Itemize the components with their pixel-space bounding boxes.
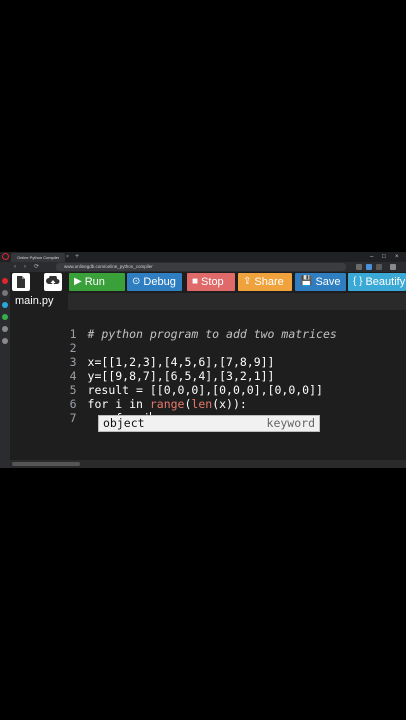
share-button[interactable]: ⇪ Share [238, 273, 292, 291]
app-toolbar: ▶ Run ⊙ Debug ■ Stop ⇪ Share 💾 Save { } … [10, 272, 406, 292]
browser-tab[interactable]: Online Python Compiler [11, 253, 65, 262]
address-bar-row: ‹ › ⟳ www.onlinegdb.com/online_python_co… [0, 262, 406, 272]
tab-main-py[interactable]: main.py [10, 293, 68, 310]
close-window-icon[interactable]: × [395, 252, 399, 262]
code-line: 2 [10, 327, 88, 355]
play-icon: ▶ [74, 276, 82, 287]
minimize-icon[interactable]: – [370, 252, 373, 262]
code-line: 5 result = [[0,0,0],[0,0,0],[0,0,0]] [10, 369, 323, 397]
url-input[interactable]: www.onlinegdb.com/online_python_compiler [56, 263, 346, 271]
save-icon: 💾 [300, 276, 313, 287]
menu-icon[interactable] [390, 264, 396, 270]
suggestion-word: object [103, 416, 145, 430]
sidebar-app-icon[interactable] [2, 326, 8, 332]
new-tab-icon[interactable]: + [75, 252, 79, 261]
code-line: 3 x=[[1,2,3],[4,5,6],[7,8,9]] [10, 341, 275, 369]
maximize-icon[interactable]: □ [382, 252, 386, 262]
screen: Online Python Compiler × + – □ × ‹ › ⟳ w… [0, 252, 406, 468]
line-number: 7 [69, 411, 77, 425]
sidebar-app-icon[interactable] [2, 278, 8, 284]
browser-sidebar [0, 272, 10, 468]
scrollbar-thumb[interactable] [12, 462, 80, 466]
code-line: 6 for i in range(len(x)): [10, 383, 247, 411]
builtin-len: len [191, 397, 213, 411]
browser-tab-bar: Online Python Compiler × + – □ × [0, 252, 406, 262]
braces-icon: { } [353, 276, 363, 287]
forward-icon[interactable]: › [24, 262, 26, 272]
share-icon: ⇪ [243, 276, 252, 287]
autocomplete-suggestion[interactable]: object keyword [98, 415, 320, 432]
tab-close-icon[interactable]: × [66, 253, 69, 261]
code-editor[interactable]: 1 # python program to add two matrices 2 … [10, 310, 406, 460]
horizontal-scrollbar[interactable] [10, 460, 406, 468]
run-label: Run [84, 276, 105, 288]
debug-button[interactable]: ⊙ Debug [127, 273, 182, 291]
debug-icon: ⊙ [132, 276, 141, 287]
code-line: 4 y=[[9,8,7],[6,5,4],[3,2,1]] [10, 355, 275, 383]
upload-icon [46, 276, 60, 287]
save-button[interactable]: 💾 Save [295, 273, 346, 291]
upload-button[interactable] [44, 273, 62, 291]
run-button[interactable]: ▶ Run [69, 273, 125, 291]
extension-icon[interactable] [366, 264, 372, 270]
code-text: (x)): [212, 397, 247, 411]
sidebar-app-icon[interactable] [2, 338, 8, 344]
code-line: 1 # python program to add two matrices [10, 313, 337, 341]
builtin-range: range [149, 397, 185, 411]
stop-button[interactable]: ■ Stop [187, 273, 235, 291]
stop-label: Stop [201, 276, 224, 288]
reload-icon[interactable]: ⟳ [34, 262, 39, 272]
beautify-label: Beautify [365, 276, 406, 288]
debug-label: Debug [143, 276, 176, 288]
opera-logo-icon[interactable] [2, 253, 9, 260]
share-label: Share [254, 276, 284, 288]
sidebar-app-icon[interactable] [2, 290, 8, 296]
extension-icon[interactable] [376, 264, 382, 270]
sidebar-app-icon[interactable] [2, 302, 8, 308]
new-file-button[interactable] [12, 273, 30, 291]
code-text: # python program to add two matrices [87, 327, 337, 341]
extension-icon[interactable] [356, 264, 362, 270]
sidebar-app-icon[interactable] [2, 314, 8, 320]
file-tab-row: main.py [10, 293, 406, 310]
file-icon [17, 276, 25, 288]
suggestion-kind: keyword [266, 416, 315, 430]
beautify-button[interactable]: { } Beautify [348, 273, 406, 291]
code-line: 7 for j [10, 397, 151, 425]
save-label: Save [315, 276, 341, 288]
stop-icon: ■ [192, 276, 199, 287]
back-icon[interactable]: ‹ [14, 262, 16, 272]
